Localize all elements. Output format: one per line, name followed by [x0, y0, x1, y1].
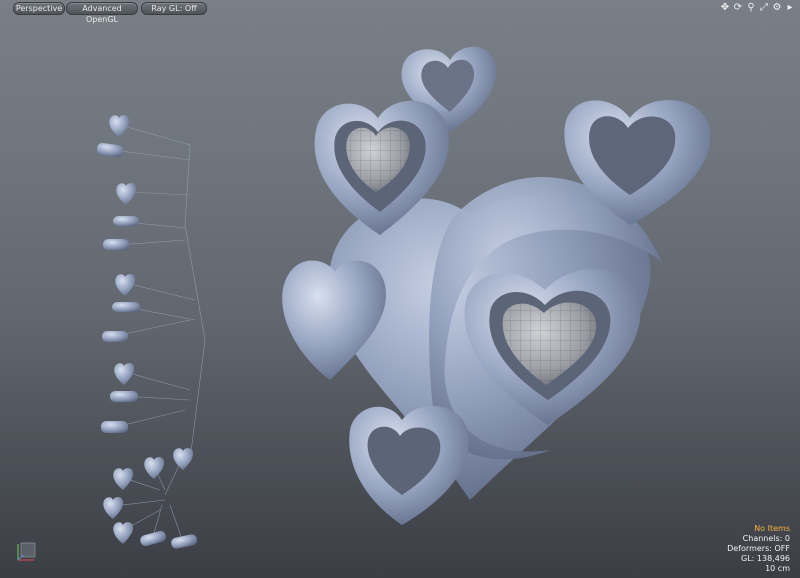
channels-count: Channels: 0	[742, 534, 790, 543]
hollow-heart-bottom	[349, 406, 469, 525]
gear-icon[interactable]: ⚙	[771, 1, 783, 14]
view-mode-button[interactable]: Perspective	[13, 2, 65, 15]
rig-shapes	[96, 115, 198, 549]
3d-scene[interactable]	[0, 0, 800, 578]
grid-scale: 10 cm	[765, 564, 790, 573]
viewport-controls: ✥ ⟳ ⚲ ⤢ ⚙ ▸	[719, 1, 796, 15]
deformers-status: Deformers: OFF	[727, 544, 790, 553]
ray-gl-button[interactable]: Ray GL: Off	[141, 2, 207, 15]
viewport-header: Perspective Advanced OpenGL Ray GL: Off …	[0, 0, 800, 24]
play-icon[interactable]: ▸	[784, 1, 796, 14]
viewport-info: No Items Channels: 0 Deformers: OFF GL: …	[727, 524, 790, 574]
move-view-icon[interactable]: ✥	[719, 1, 731, 14]
axis-gizmo-icon	[17, 542, 36, 561]
rotate-view-icon[interactable]: ⟳	[732, 1, 744, 14]
maximize-icon[interactable]: ⤢	[758, 1, 770, 14]
3d-viewport[interactable]: Perspective Advanced OpenGL Ray GL: Off …	[0, 0, 800, 578]
gl-polygon-count: GL: 138,496	[741, 554, 790, 563]
shading-mode-button[interactable]: Advanced OpenGL	[66, 2, 138, 24]
selection-status: No Items	[754, 524, 790, 533]
zoom-view-icon[interactable]: ⚲	[745, 1, 757, 14]
